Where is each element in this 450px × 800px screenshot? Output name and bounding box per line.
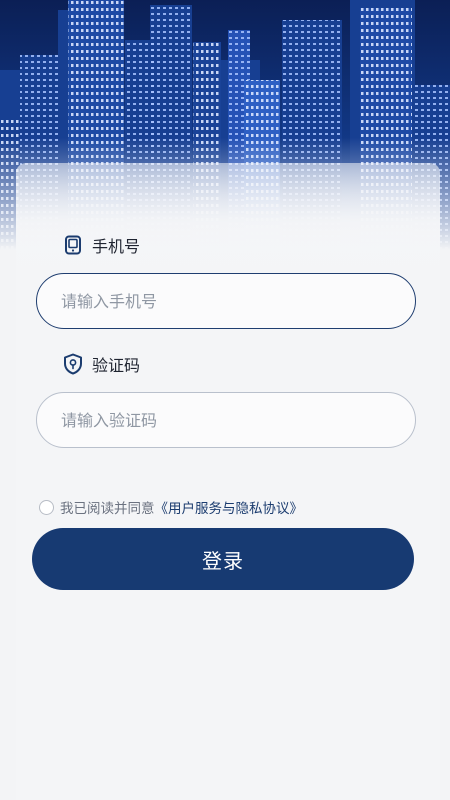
agreement-radio[interactable] (39, 499, 54, 515)
verification-code-input[interactable] (37, 393, 415, 447)
login-screen: 手机号 验证码 我已阅读并同意《用户服务与隐私协议》 登录 (0, 0, 450, 800)
login-card (16, 163, 440, 800)
phone-icon (62, 234, 84, 256)
code-field-label: 验证码 (62, 352, 140, 376)
phone-input-wrapper (36, 273, 416, 329)
agreement-row: 我已阅读并同意 《用户服务与隐私协议》 (39, 497, 303, 517)
login-button[interactable]: 登录 (32, 528, 414, 590)
phone-label-text: 手机号 (92, 237, 141, 256)
agreement-link[interactable]: 《用户服务与隐私协议》 (155, 497, 304, 517)
phone-input[interactable] (37, 274, 415, 328)
code-input-wrapper (36, 392, 416, 448)
agreement-text: 我已阅读并同意 (60, 501, 155, 517)
code-label-text: 验证码 (92, 356, 141, 375)
shield-icon (62, 353, 84, 375)
phone-field-label: 手机号 (62, 233, 140, 257)
